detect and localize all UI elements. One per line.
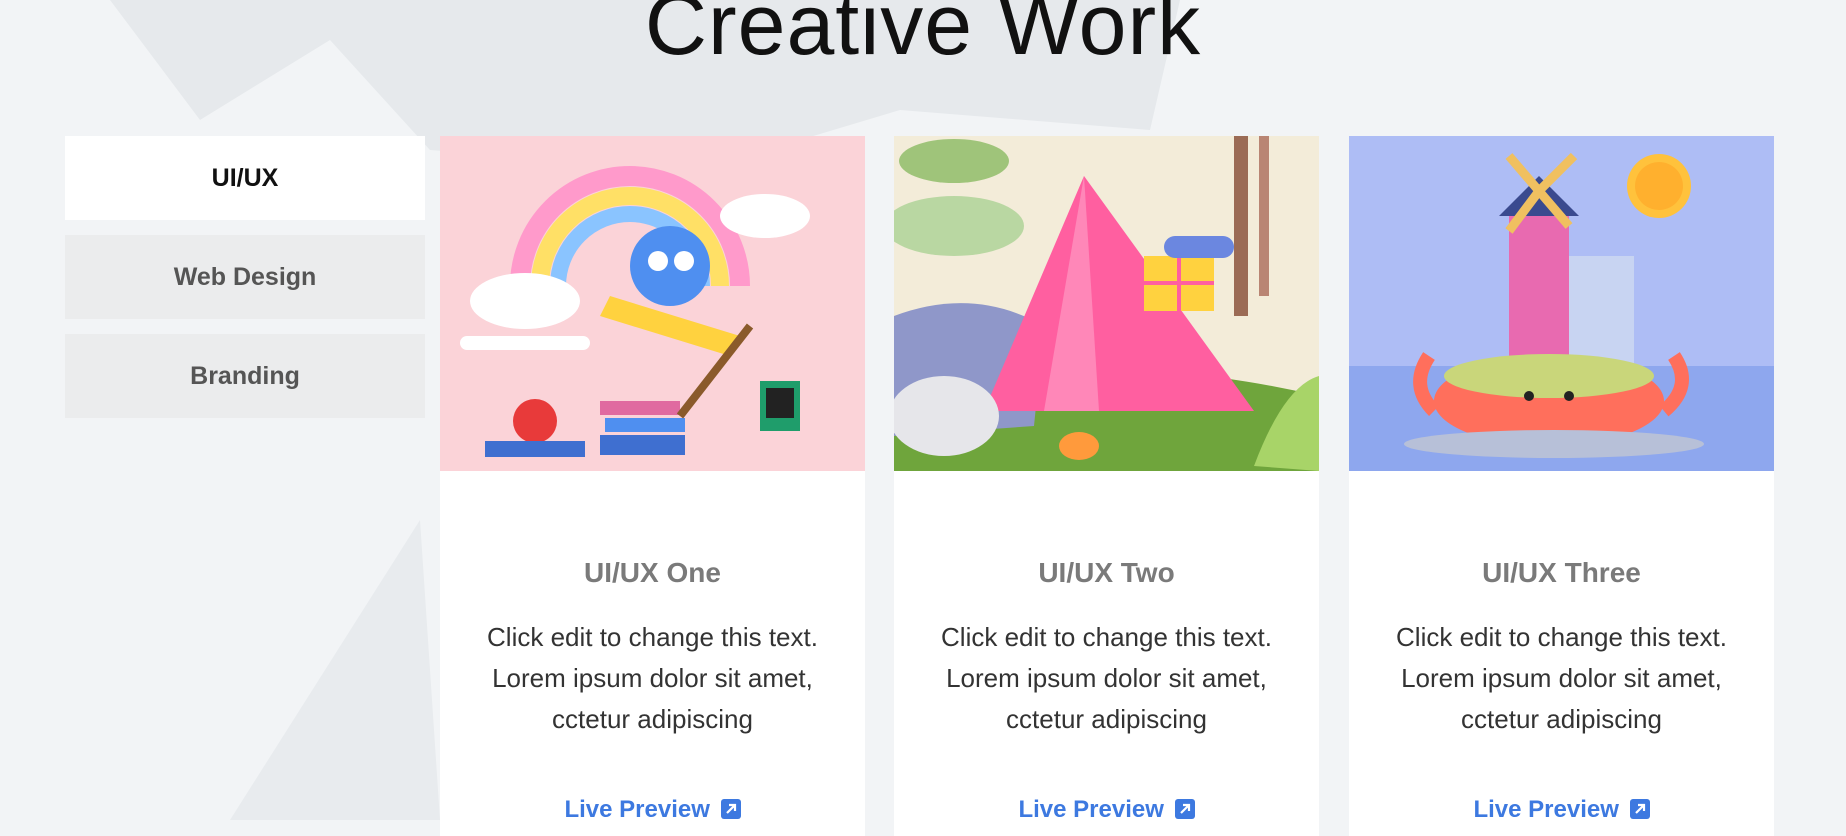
external-link-icon bbox=[1174, 799, 1195, 819]
card-title: UI/UX Two bbox=[1038, 557, 1175, 588]
section-title: Creative Work bbox=[644, 0, 1202, 73]
card-image-crab-castle[interactable] bbox=[1349, 136, 1774, 471]
live-preview-label: Live Preview bbox=[1018, 796, 1164, 823]
card-image-tent[interactable] bbox=[894, 136, 1319, 471]
card-description: Click edit to change this text. Lorem ip… bbox=[941, 622, 1272, 734]
portfolio-card: UI/UX One Click edit to change this text… bbox=[440, 136, 865, 836]
card-image-rainbow[interactable] bbox=[440, 136, 865, 471]
category-tabs: UI/UX Web Design Branding bbox=[65, 136, 425, 433]
tab-web-design[interactable]: Web Design bbox=[65, 235, 425, 319]
card-title: UI/UX Three bbox=[1482, 557, 1641, 588]
tab-branding[interactable]: Branding bbox=[65, 334, 425, 418]
card-description: Click edit to change this text. Lorem ip… bbox=[487, 622, 818, 734]
portfolio-card: UI/UX Three Click edit to change this te… bbox=[1349, 136, 1774, 836]
external-link-icon bbox=[1629, 799, 1650, 819]
card-description: Click edit to change this text. Lorem ip… bbox=[1396, 622, 1727, 734]
card-title: UI/UX One bbox=[584, 557, 721, 588]
external-link-icon bbox=[720, 799, 741, 819]
tab-ui-ux[interactable]: UI/UX bbox=[65, 136, 425, 220]
live-preview-label: Live Preview bbox=[1473, 796, 1619, 823]
portfolio-card: UI/UX Two Click edit to change this text… bbox=[894, 136, 1319, 836]
live-preview-label: Live Preview bbox=[564, 796, 710, 823]
